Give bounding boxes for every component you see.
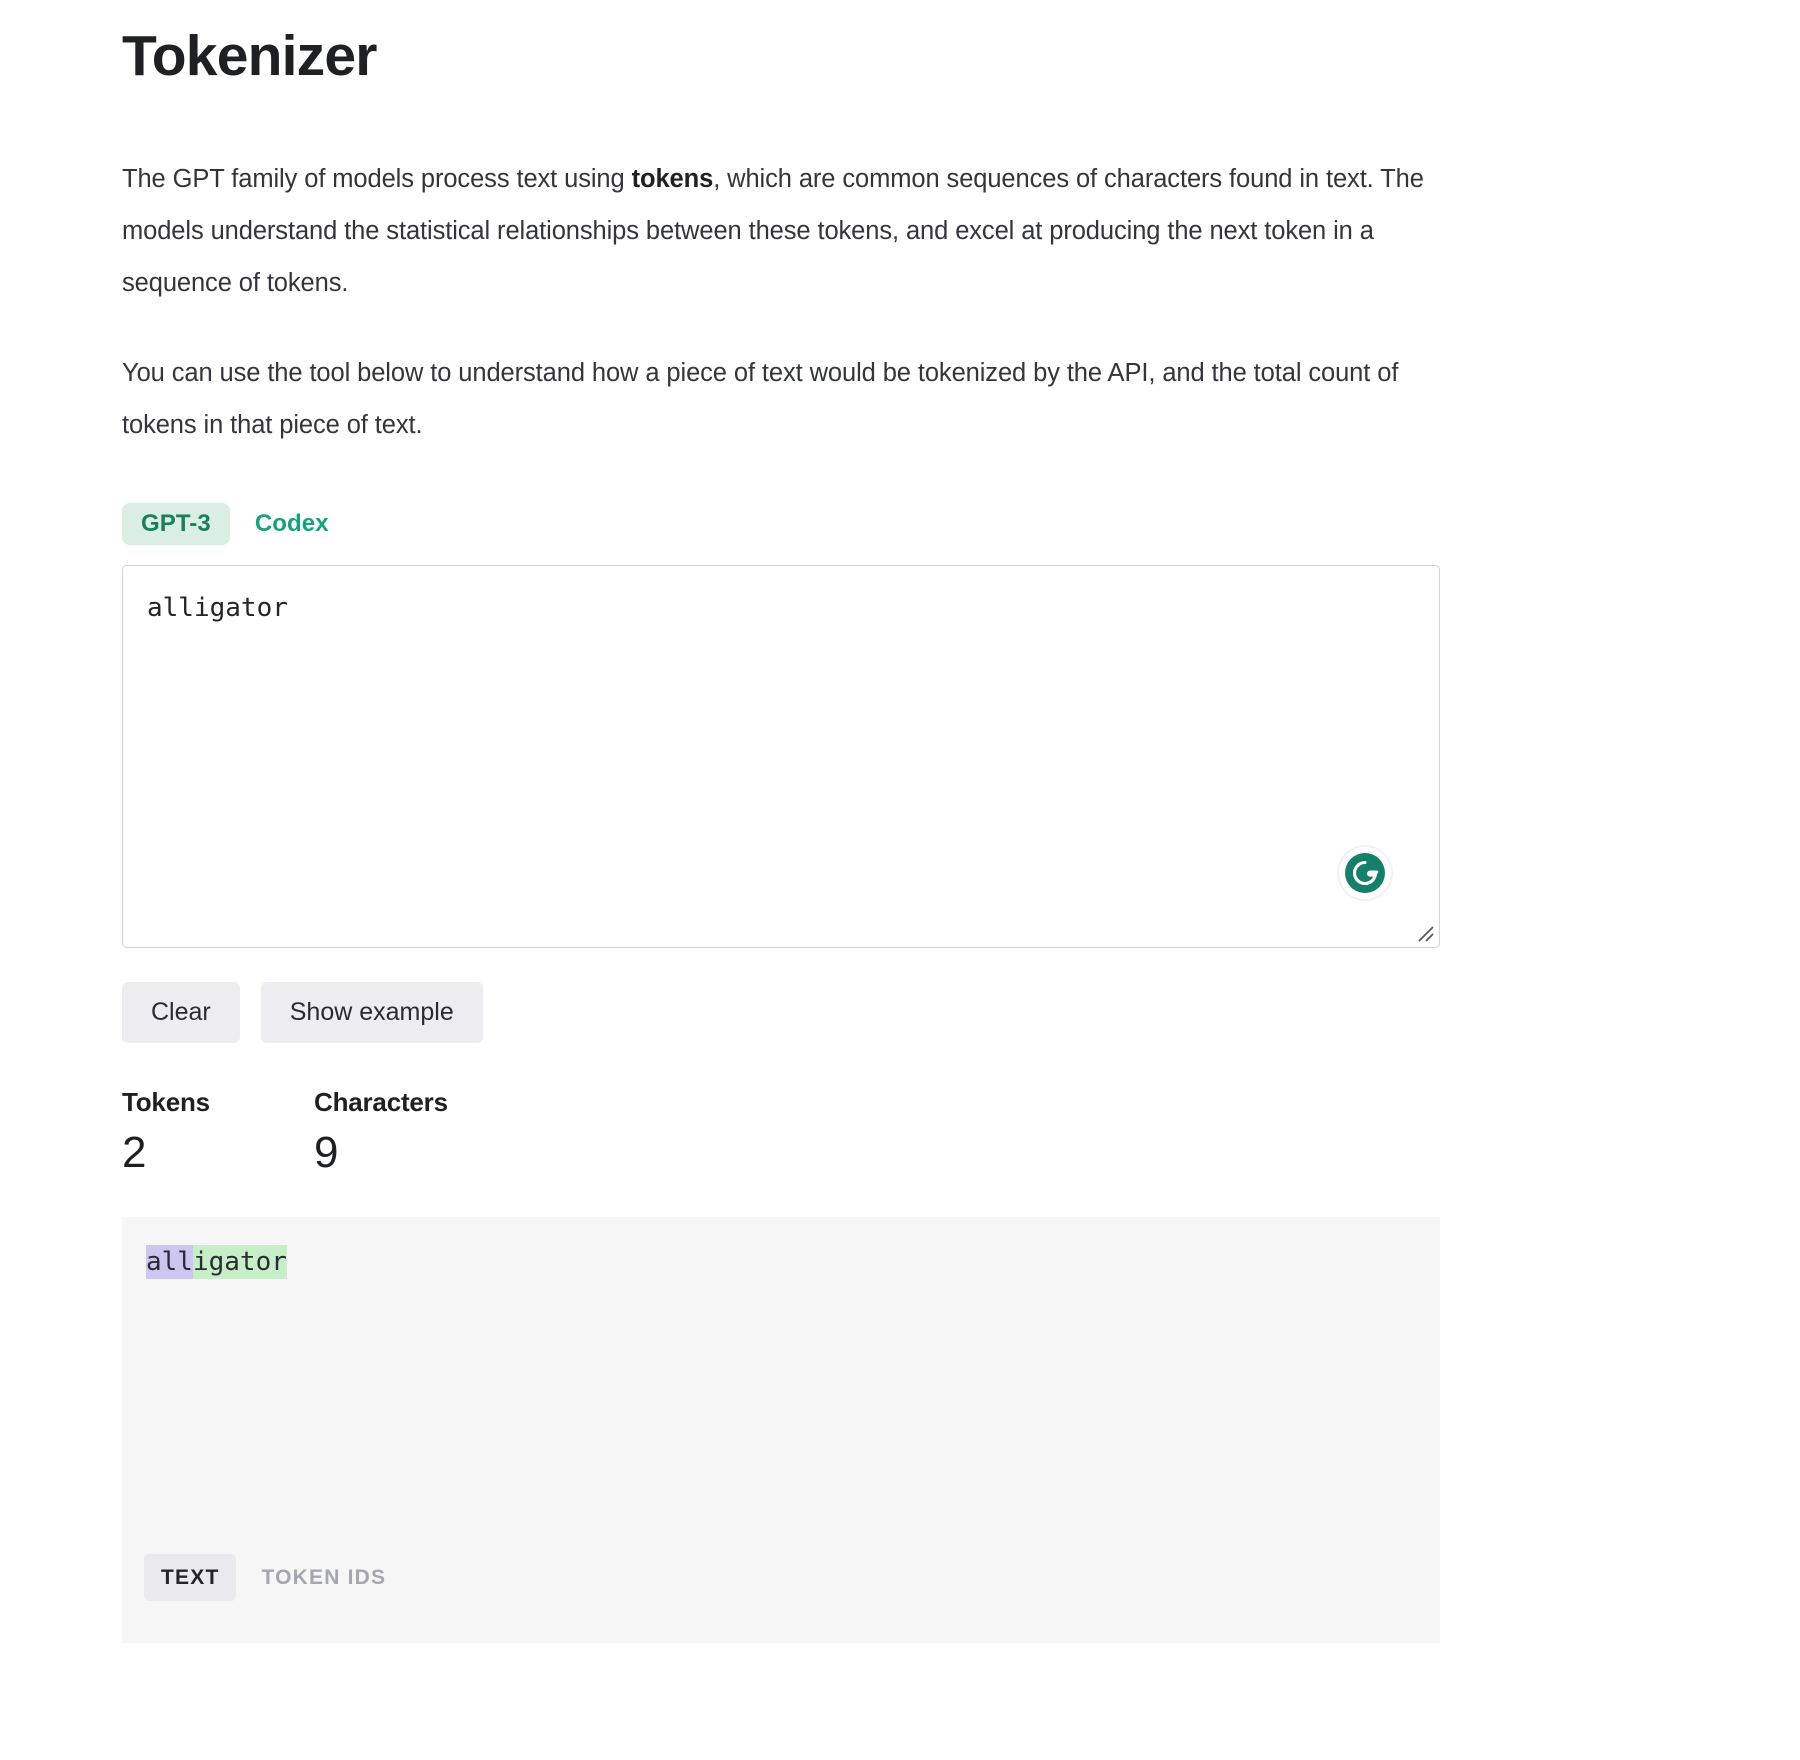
content-column: Tokenizer The GPT family of models proce… [122,0,1440,1643]
characters-label: Characters [314,1086,448,1117]
model-tab-group: GPT-3 Codex [122,502,1440,545]
show-example-button[interactable]: Show example [260,981,483,1043]
intro-paragraph-1: The GPT family of models process text us… [122,153,1440,309]
stat-characters: Characters 9 [314,1089,448,1175]
tokens-value: 2 [122,1127,147,1177]
characters-value: 9 [314,1127,339,1177]
intro-paragraph-1-bold: tokens [631,164,714,193]
intro-paragraph-1-before: The GPT family of models process text us… [122,164,632,193]
tokenizer-page: Tokenizer The GPT family of models proce… [0,0,1800,1643]
tab-token-ids[interactable]: TOKEN IDS [244,1554,403,1601]
stats-row: Tokens 2 Characters 9 [122,1089,1440,1175]
tab-text[interactable]: TEXT [144,1553,237,1601]
page-title: Tokenizer [122,24,377,88]
token-chip: all [146,1244,193,1279]
intro-paragraph-2: You can use the tool below to understand… [122,358,1399,439]
tokenized-text: alligator [146,1244,1416,1280]
output-tab-group: TEXT TOKEN IDS [144,1553,403,1601]
token-chip: igator [192,1244,287,1279]
grammarly-g-icon[interactable] [1339,846,1391,899]
text-input-container[interactable]: alligator [122,564,1440,948]
resize-handle-icon[interactable] [1413,921,1435,943]
clear-button[interactable]: Clear [122,981,240,1043]
text-input[interactable]: alligator [147,591,1415,625]
tab-gpt3[interactable]: GPT-3 [122,502,230,545]
action-button-row: Clear Show example [122,981,1440,1043]
tokenized-output-panel: alligator TEXT TOKEN IDS [122,1216,1440,1643]
tab-codex[interactable]: Codex [236,503,348,545]
stat-tokens: Tokens 2 [122,1089,314,1175]
tokens-label: Tokens [122,1086,210,1117]
